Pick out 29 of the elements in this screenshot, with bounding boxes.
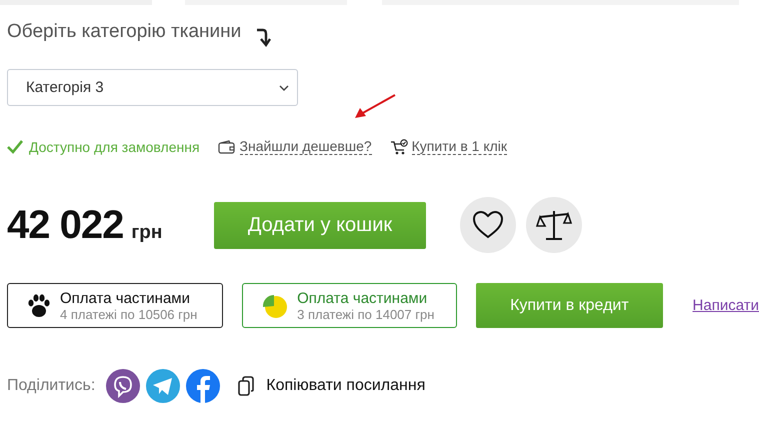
installment-title: Оплата частинами	[297, 290, 428, 306]
price: 42 022	[7, 202, 124, 248]
share-label: Поділитись:	[7, 377, 96, 395]
copy-icon	[238, 376, 254, 396]
section-title: Оберіть категорію тканини	[7, 21, 242, 43]
scales-icon	[536, 209, 572, 241]
dashed-link[interactable]: Купити в 1 клік	[412, 138, 508, 155]
installment-detail: 4 платежі по 10506 грн	[60, 306, 198, 322]
category-select[interactable]: Категорія 3	[7, 69, 298, 106]
copy-link-button[interactable]: Копіювати посилання	[238, 376, 426, 396]
wallet-icon	[218, 140, 236, 154]
chevron-down-icon	[279, 84, 289, 90]
heart-icon	[472, 210, 504, 240]
cart-icon	[390, 138, 408, 154]
write-link[interactable]: Написати	[692, 297, 759, 314]
telegram-icon[interactable]	[146, 369, 180, 403]
paw-icon	[26, 292, 52, 318]
viber-icon[interactable]	[106, 369, 140, 403]
pie-chart-icon	[261, 292, 290, 318]
installment-title: Оплата частинами	[60, 290, 191, 306]
currency: грн	[131, 222, 162, 244]
curved-arrow-icon	[255, 27, 272, 47]
facebook-icon[interactable]	[186, 369, 220, 403]
availability-status: Доступно для замовлення	[29, 138, 200, 154]
annotation-arrow	[353, 94, 397, 120]
installment-option[interactable]: Оплата частинами 3 платежі по 14007 грн	[242, 283, 458, 328]
dashed-link[interactable]: Знайшли дешевше?	[240, 138, 372, 155]
installment-option[interactable]: Оплата частинами 4 платежі по 10506 грн	[7, 283, 224, 328]
installment-detail: 3 платежі по 14007 грн	[297, 306, 434, 322]
